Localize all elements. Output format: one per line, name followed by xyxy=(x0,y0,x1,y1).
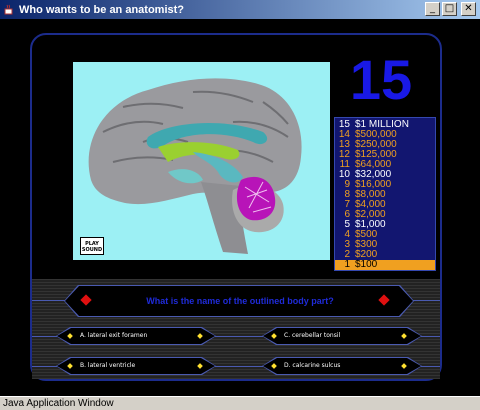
status-bar: Java Application Window xyxy=(0,396,480,410)
answer-b-label: B. lateral ventricle xyxy=(80,362,136,369)
window-title: Who wants to be an anatomist? xyxy=(19,3,185,16)
maximize-button[interactable]: □ xyxy=(442,2,457,16)
answer-c-label: C. cerebellar tonsil xyxy=(284,332,341,339)
money-ladder: 15 $1 MILLION 14 $500,000 13 $250,000 12 $12… xyxy=(334,117,436,271)
ladder-row: 4 $500 xyxy=(344,229,378,240)
play-sound-button[interactable]: PLAY SOUND xyxy=(80,237,104,255)
ladder-row: 5 $1,000 xyxy=(344,219,386,230)
window-titlebar[interactable]: Who wants to be an anatomist? _ □ ✕ xyxy=(0,0,480,19)
question-text: What is the name of the outlined body pa… xyxy=(146,296,334,306)
question-image[interactable]: PLAY SOUND xyxy=(73,62,330,260)
answer-d-label: D. calcarine sulcus xyxy=(284,362,341,369)
minimize-button[interactable]: _ xyxy=(425,2,440,16)
close-button[interactable]: ✕ xyxy=(461,2,476,16)
ladder-row: 2 $200 xyxy=(344,249,378,260)
answer-a-label: A. lateral exit foramen xyxy=(80,332,148,339)
ladder-row: 1 $100 xyxy=(335,260,435,270)
brain-illustration xyxy=(88,78,302,254)
question-number: 15 xyxy=(349,48,413,111)
ladder-row: 3 $300 xyxy=(344,239,378,250)
java-cup-icon xyxy=(3,4,15,16)
